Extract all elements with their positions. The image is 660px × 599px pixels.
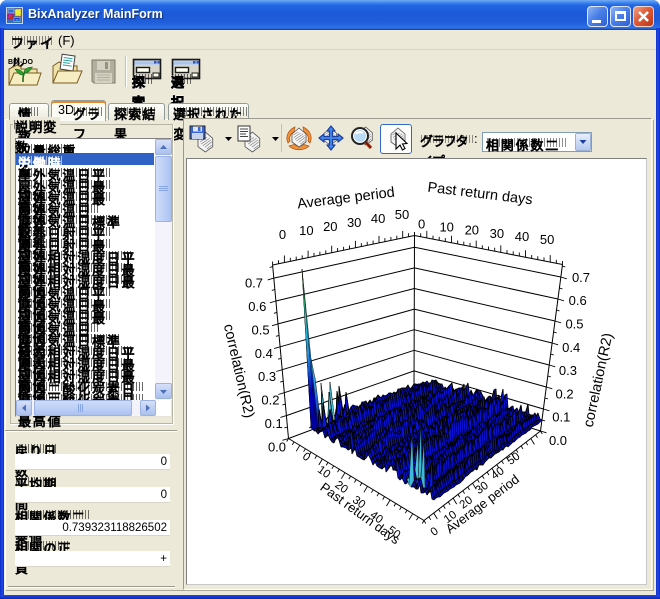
- svg-text:10: 10: [315, 464, 332, 481]
- svg-text:0.7: 0.7: [572, 270, 590, 285]
- svg-text:0.5: 0.5: [565, 317, 583, 332]
- svg-text:20: 20: [465, 223, 479, 238]
- svg-text:0.7: 0.7: [245, 276, 263, 291]
- svg-text:Past return days: Past return days: [317, 479, 403, 547]
- svg-text:40: 40: [371, 211, 385, 226]
- svg-text:20: 20: [323, 219, 337, 234]
- svg-text:0.2: 0.2: [261, 393, 279, 408]
- svg-text:0.0: 0.0: [268, 440, 286, 455]
- svg-text:Past return days: Past return days: [427, 180, 534, 209]
- svg-text:0.3: 0.3: [559, 363, 577, 378]
- svg-text:50: 50: [540, 232, 554, 247]
- svg-text:0: 0: [418, 217, 425, 232]
- svg-text:0.5: 0.5: [252, 322, 270, 337]
- svg-text:0: 0: [300, 451, 312, 464]
- svg-text:Average period: Average period: [296, 185, 395, 213]
- svg-text:30: 30: [347, 215, 361, 230]
- svg-text:0.1: 0.1: [552, 410, 570, 425]
- svg-text:0.6: 0.6: [248, 299, 266, 314]
- svg-text:0.6: 0.6: [569, 293, 587, 308]
- svg-text:0.4: 0.4: [562, 340, 580, 355]
- svg-text:0: 0: [429, 525, 441, 538]
- svg-text:30: 30: [490, 226, 504, 241]
- svg-text:0.2: 0.2: [556, 386, 574, 401]
- svg-text:0.4: 0.4: [255, 346, 273, 361]
- svg-text:10: 10: [299, 223, 313, 238]
- svg-text:10: 10: [439, 220, 453, 235]
- svg-text:50: 50: [505, 450, 522, 467]
- svg-text:40: 40: [515, 229, 529, 244]
- svg-text:0.3: 0.3: [258, 369, 276, 384]
- svg-text:correlation(R2): correlation(R2): [581, 332, 617, 429]
- svg-text:BIX-DO: BIX-DO: [8, 59, 34, 66]
- svg-text:50: 50: [395, 207, 409, 222]
- svg-text:0.1: 0.1: [265, 416, 283, 431]
- svg-text:0: 0: [279, 227, 286, 242]
- svg-text:0.0: 0.0: [549, 433, 567, 448]
